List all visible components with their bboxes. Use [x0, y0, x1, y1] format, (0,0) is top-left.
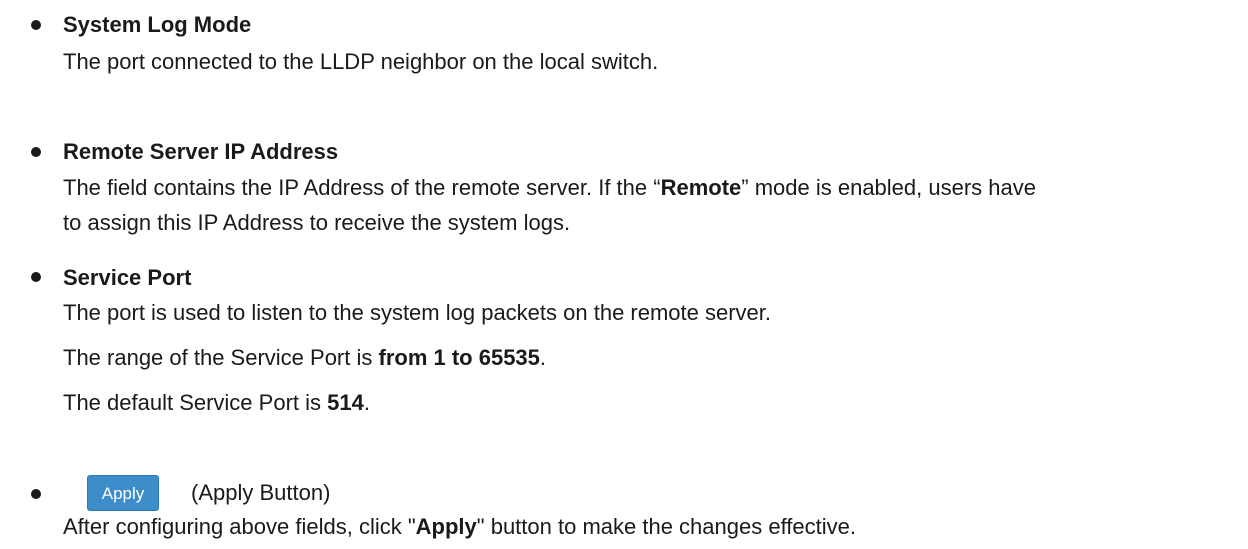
section-apply-button: Apply (Apply Button) After configuring a… — [0, 475, 1248, 549]
text-fragment: After configuring above fields, click " — [63, 514, 416, 539]
bullet-icon — [31, 489, 41, 499]
text-fragment: The default Service Port is — [63, 390, 328, 415]
service-port-range: The range of the Service Port is from 1 … — [63, 342, 546, 374]
apply-button[interactable]: Apply — [87, 475, 159, 511]
text-fragment: ” mode is enabled, users have — [741, 175, 1036, 200]
text-fragment: . — [539, 345, 547, 370]
text-fragment: The range of the Service Port is — [63, 345, 379, 370]
service-port-default: The default Service Port is 514. — [63, 387, 370, 419]
text-fragment: " button to make the changes effective. — [476, 514, 856, 539]
bullet-icon — [31, 147, 41, 157]
apply-button-caption: (Apply Button) — [191, 480, 331, 505]
text-fragment: The field contains the IP Address of the… — [63, 175, 661, 200]
bullet-icon — [31, 272, 41, 282]
item-title: System Log Mode — [63, 12, 252, 37]
item-description: The port is used to listen to the system… — [63, 300, 772, 325]
item-title: Remote Server IP Address — [63, 139, 339, 164]
item-title: Service Port — [63, 265, 192, 290]
text-emphasis: Apply — [415, 514, 477, 539]
text-fragment: . — [363, 390, 370, 415]
text-emphasis: from 1 to 65535 — [378, 345, 540, 370]
apply-description: After configuring above fields, click "A… — [63, 511, 856, 543]
item-description: The port connected to the LLDP neighbor … — [63, 49, 659, 74]
item-description-line-2: to assign this IP Address to receive the… — [63, 210, 571, 235]
text-emphasis: Remote — [660, 175, 742, 200]
text-emphasis: 514 — [327, 390, 364, 415]
bullet-icon — [31, 20, 41, 30]
item-description-line-1: The field contains the IP Address of the… — [63, 172, 1036, 204]
